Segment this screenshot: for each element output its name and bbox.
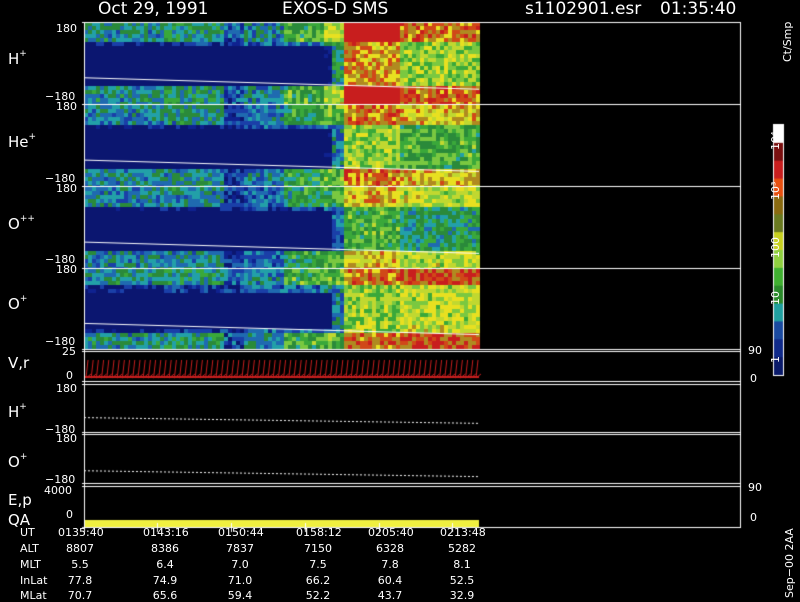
panel-label-o-plus-plus: O++	[8, 214, 35, 233]
ephemeris-cell: 0135:40	[58, 526, 104, 539]
ytick-top-ep: 4000	[44, 484, 72, 497]
colorbar-label-1e3: 10³	[769, 181, 782, 200]
footer-stamp: Sep−00 2AA	[783, 528, 796, 598]
ytick-top-h2: 180	[56, 382, 77, 395]
ephemeris-cell: 0205:40	[368, 526, 414, 539]
ytick-top-op: 180	[56, 263, 77, 276]
plot-file: s1102901.esr	[525, 0, 642, 19]
rtick-bot-ep: 0	[750, 511, 757, 524]
ephemeris-cell: 0213:48	[440, 526, 486, 539]
ephemeris-cell: 32.9	[449, 589, 475, 602]
plot-canvas	[0, 0, 800, 600]
ephemeris-cell: 7.5	[309, 558, 327, 571]
ephemeris-cell: 43.7	[377, 589, 403, 602]
panel-label-o-plus-2: O+	[8, 452, 28, 471]
colorbar-label-100: 100	[769, 237, 782, 258]
ytick-top-vr: 25	[62, 345, 76, 358]
ytick-bot-ep: 0	[66, 508, 73, 521]
ephemeris-label-mlat: MLat	[20, 589, 47, 602]
colorbar-label-1e4: 10⁴	[769, 131, 782, 150]
plot-time: 01:35:40	[660, 0, 737, 19]
ephemeris-cell: 74.9	[152, 574, 178, 587]
panel-label-h-plus: H+	[8, 49, 27, 68]
panel-label-o-plus: O+	[8, 294, 28, 313]
rtick-top-vr: 90	[748, 344, 762, 357]
ephemeris-cell: 7.0	[231, 558, 249, 571]
panel-label-vr: V,r	[8, 354, 30, 372]
ephemeris-cell: 8.1	[453, 558, 471, 571]
rtick-top-ep: 90	[748, 481, 762, 494]
plot-instrument: EXOS-D SMS	[282, 0, 389, 19]
rtick-bot-vr: 0	[750, 372, 757, 385]
ytick-bot-vr: 0	[66, 369, 73, 382]
ephemeris-cell: 77.8	[67, 574, 93, 587]
ephemeris-cell: 0150:44	[218, 526, 264, 539]
ephemeris-cell: 8807	[66, 542, 94, 555]
plot-date: Oct 29, 1991	[98, 0, 209, 19]
ephemeris-label-mlt: MLT	[20, 558, 41, 571]
ephemeris-cell: 7.8	[381, 558, 399, 571]
ephemeris-cell: 7837	[226, 542, 254, 555]
colorbar-label-1: 1	[769, 356, 782, 363]
panel-label-h-plus-2: H+	[8, 402, 27, 421]
ephemeris-cell: 65.6	[152, 589, 178, 602]
ephemeris-cell: 6.4	[156, 558, 174, 571]
ephemeris-cell: 66.2	[305, 574, 331, 587]
ephemeris-cell: 5282	[448, 542, 476, 555]
ephemeris-cell: 70.7	[67, 589, 93, 602]
ephemeris-cell: 52.2	[305, 589, 331, 602]
ephemeris-label-alt: ALT	[20, 542, 39, 555]
ephemeris-cell: 6328	[376, 542, 404, 555]
ephemeris-cell: 8386	[151, 542, 179, 555]
ytick-top-he: 180	[56, 100, 77, 113]
ephemeris-cell: 71.0	[227, 574, 253, 587]
ytick-top-opp: 180	[56, 182, 77, 195]
ephemeris-cell: 60.4	[377, 574, 403, 587]
ytick-top-h: 180	[56, 22, 77, 35]
ephemeris-label-ut: UT	[20, 526, 35, 539]
colorbar-unit: Ct/Smp	[781, 21, 794, 62]
panel-label-ep: E,p	[8, 491, 32, 509]
ytick-top-o2: 180	[56, 432, 77, 445]
ephemeris-cell: 7150	[304, 542, 332, 555]
ephemeris-cell: 59.4	[227, 589, 253, 602]
ephemeris-cell: 52.5	[449, 574, 475, 587]
ephemeris-label-inlat: InLat	[20, 574, 48, 587]
ephemeris-cell: 0158:12	[296, 526, 342, 539]
colorbar-label-10: 10	[769, 291, 782, 305]
ephemeris-cell: 0143:16	[143, 526, 189, 539]
panel-label-he-plus: He+	[8, 132, 37, 151]
ephemeris-cell: 5.5	[71, 558, 89, 571]
